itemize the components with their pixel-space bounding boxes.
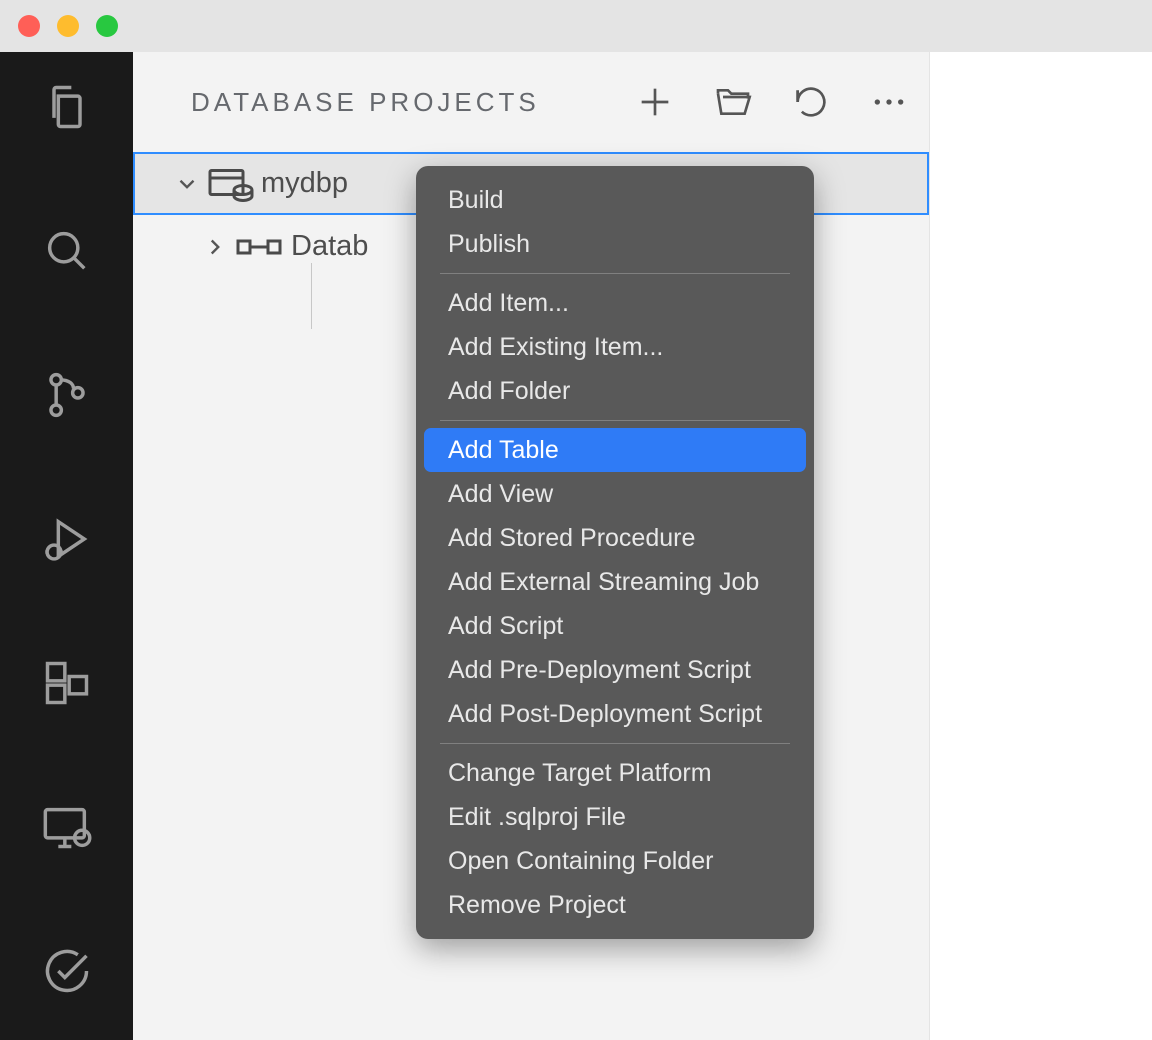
tree-indent-guide bbox=[311, 263, 312, 329]
run-debug-icon[interactable] bbox=[32, 504, 102, 574]
panel-title: DATABASE PROJECTS bbox=[191, 87, 635, 118]
zoom-window-button[interactable] bbox=[96, 15, 118, 37]
search-icon[interactable] bbox=[32, 216, 102, 286]
chevron-right-icon[interactable] bbox=[195, 234, 235, 260]
menu-add-pre-deployment-script[interactable]: Add Pre-Deployment Script bbox=[424, 648, 806, 692]
menu-build[interactable]: Build bbox=[424, 178, 806, 222]
menu-add-script[interactable]: Add Script bbox=[424, 604, 806, 648]
panel-actions bbox=[635, 82, 909, 122]
database-project-icon bbox=[207, 165, 261, 203]
menu-remove-project[interactable]: Remove Project bbox=[424, 883, 806, 927]
references-icon bbox=[235, 228, 291, 266]
new-project-icon[interactable] bbox=[635, 82, 675, 122]
menu-add-table[interactable]: Add Table bbox=[424, 428, 806, 472]
titlebar bbox=[0, 0, 1152, 52]
editor-area bbox=[930, 52, 1152, 1040]
chevron-down-icon[interactable] bbox=[167, 171, 207, 197]
refresh-icon[interactable] bbox=[791, 82, 831, 122]
menu-edit-sqlproj-file[interactable]: Edit .sqlproj File bbox=[424, 795, 806, 839]
menu-change-target-platform[interactable]: Change Target Platform bbox=[424, 751, 806, 795]
project-child-label: Datab bbox=[291, 230, 368, 263]
menu-add-post-deployment-script[interactable]: Add Post-Deployment Script bbox=[424, 692, 806, 736]
project-root-label: mydbp bbox=[261, 167, 348, 200]
menu-add-stored-procedure[interactable]: Add Stored Procedure bbox=[424, 516, 806, 560]
panel-header: DATABASE PROJECTS bbox=[133, 52, 929, 152]
menu-add-external-streaming-job[interactable]: Add External Streaming Job bbox=[424, 560, 806, 604]
extensions-icon[interactable] bbox=[32, 648, 102, 718]
close-window-button[interactable] bbox=[18, 15, 40, 37]
remote-explorer-icon[interactable] bbox=[32, 792, 102, 862]
menu-open-containing-folder[interactable]: Open Containing Folder bbox=[424, 839, 806, 883]
menu-separator bbox=[440, 273, 790, 274]
minimize-window-button[interactable] bbox=[57, 15, 79, 37]
source-control-icon[interactable] bbox=[32, 360, 102, 430]
activity-bar bbox=[0, 52, 133, 1040]
task-check-icon[interactable] bbox=[32, 936, 102, 1006]
menu-add-item[interactable]: Add Item... bbox=[424, 281, 806, 325]
context-menu: Build Publish Add Item... Add Existing I… bbox=[416, 166, 814, 939]
menu-separator bbox=[440, 420, 790, 421]
menu-separator bbox=[440, 743, 790, 744]
more-actions-icon[interactable] bbox=[869, 82, 909, 122]
menu-publish[interactable]: Publish bbox=[424, 222, 806, 266]
menu-add-view[interactable]: Add View bbox=[424, 472, 806, 516]
menu-add-folder[interactable]: Add Folder bbox=[424, 369, 806, 413]
explorer-icon[interactable] bbox=[32, 72, 102, 142]
open-project-icon[interactable] bbox=[713, 82, 753, 122]
menu-add-existing-item[interactable]: Add Existing Item... bbox=[424, 325, 806, 369]
